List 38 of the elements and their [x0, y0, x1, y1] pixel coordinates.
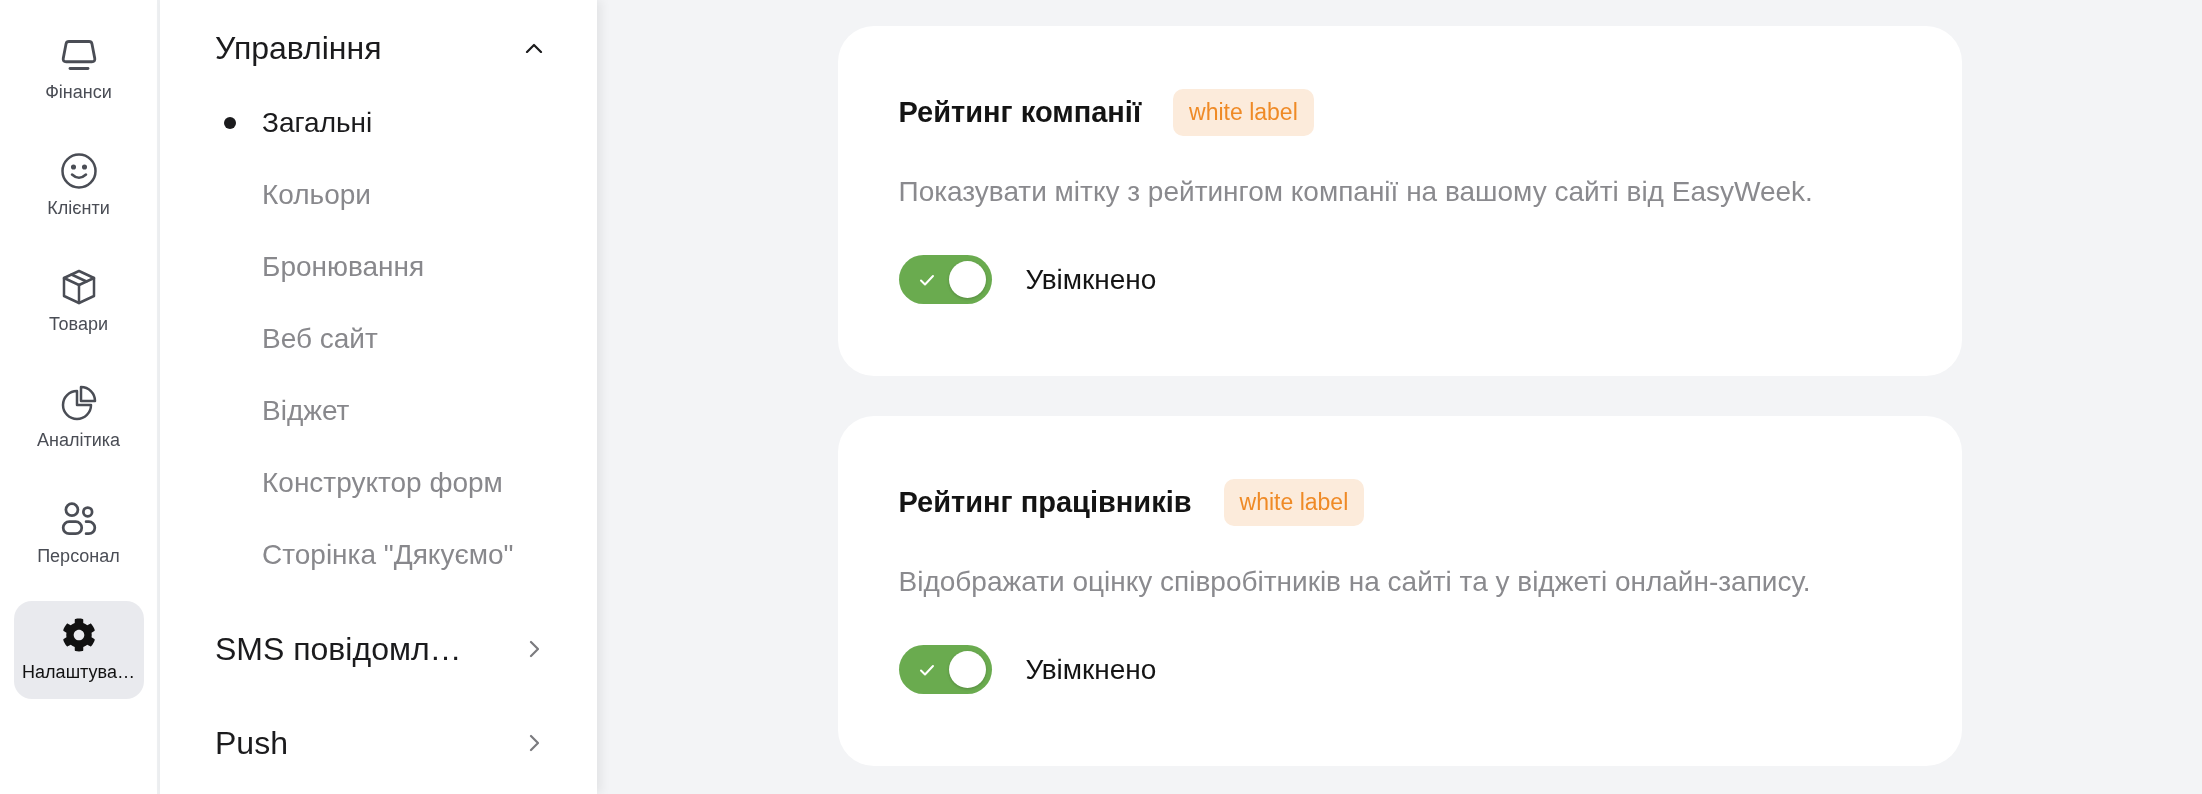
menu-item[interactable]: Кольори	[215, 159, 547, 231]
check-icon	[918, 663, 935, 676]
menu-item[interactable]: Веб сайт	[215, 303, 547, 375]
menu-item[interactable]: Сторінка "Дякуємо"	[215, 519, 547, 591]
card-title: Рейтинг компанії	[898, 94, 1142, 130]
nav-item[interactable]: Налаштува…	[13, 601, 144, 699]
section-header[interactable]: SMS повідомл…	[215, 613, 547, 685]
section-header[interactable]: Управління	[215, 12, 547, 84]
menu-item[interactable]: Загальні	[215, 87, 547, 159]
smiley-icon	[60, 153, 97, 189]
chevron-right-icon	[529, 734, 539, 752]
card-description: Показувати мітку з рейтингом компанії на вашому сайті від EasyWeek.	[898, 175, 1814, 209]
nav-item[interactable]: Персонал	[13, 485, 144, 583]
card-description: Відображати оцінку співробітників на сайті та у віджеті онлайн-запису.	[898, 565, 1812, 599]
tray-icon	[60, 37, 97, 73]
label-badge: white label	[1223, 479, 1365, 526]
chevron-right-icon	[529, 640, 539, 658]
people-icon	[60, 501, 97, 537]
toggle-switch[interactable]	[898, 645, 992, 694]
section-header[interactable]: Push	[215, 707, 547, 779]
pie-chart-icon	[60, 385, 97, 421]
menu-item[interactable]: Віджет	[215, 375, 547, 447]
menu-item[interactable]: Бронювання	[215, 231, 547, 303]
toggle-label: Увімкнено	[1025, 652, 1157, 687]
settings-icon	[61, 618, 96, 652]
nav-item[interactable]: Товари	[13, 253, 144, 351]
box-icon	[60, 269, 97, 305]
check-icon	[918, 273, 935, 286]
nav-item[interactable]: Клієнти	[13, 137, 144, 235]
card-title: Рейтинг працівників	[898, 484, 1192, 520]
toggle-switch[interactable]	[898, 255, 992, 304]
label-badge: white label	[1173, 89, 1314, 136]
nav-item[interactable]: Фінанси	[13, 21, 144, 119]
menu-item[interactable]: Конструктор форм	[215, 447, 547, 519]
chevron-up-icon	[525, 43, 543, 53]
bullet-icon	[224, 117, 236, 129]
nav-item[interactable]: Аналітика	[13, 369, 144, 467]
toggle-label: Увімкнено	[1025, 262, 1157, 297]
